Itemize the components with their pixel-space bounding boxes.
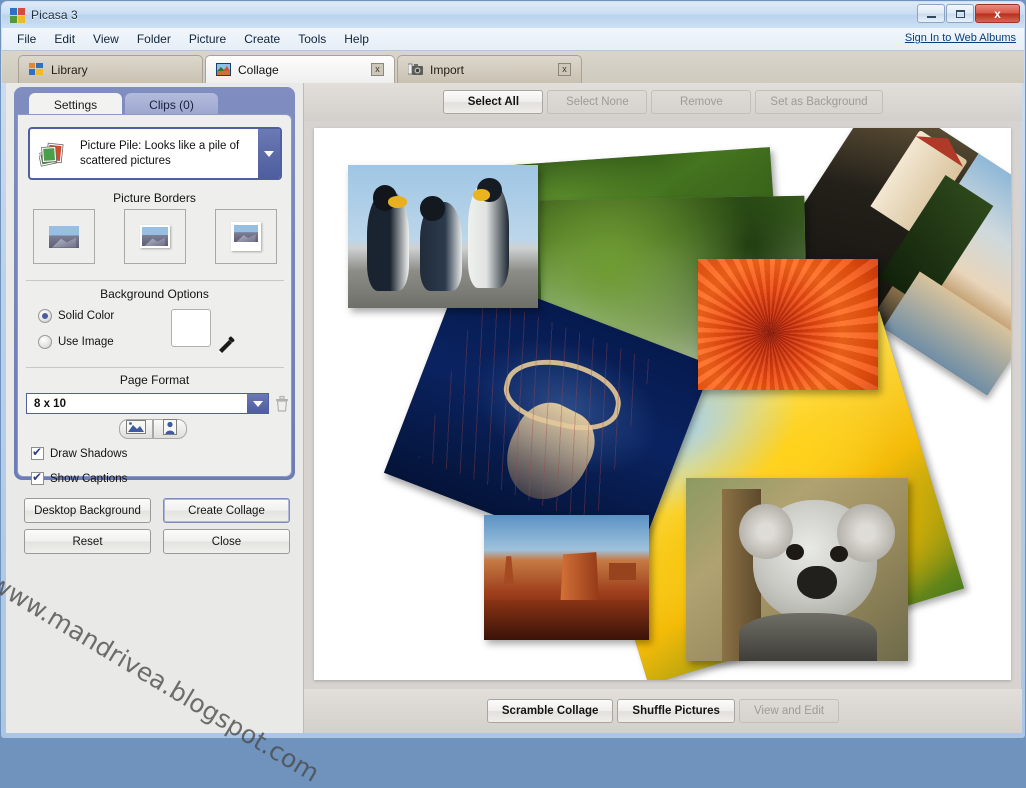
collage-top-toolbar: Select All Select None Remove Set as Bac… (304, 83, 1022, 121)
photo-penguins[interactable] (348, 165, 538, 308)
radio-use-image[interactable]: Use Image (38, 335, 114, 349)
menu-item-view[interactable]: View (84, 29, 128, 49)
chevron-down-icon[interactable] (258, 129, 280, 178)
photo-chrysanthemum[interactable] (698, 259, 878, 390)
import-camera-icon (408, 63, 423, 76)
library-icon (29, 63, 44, 76)
menu-bar: File Edit View Folder Picture Create Too… (2, 28, 1024, 51)
scramble-collage-button[interactable]: Scramble Collage (487, 699, 614, 723)
desert-image (484, 515, 649, 640)
page-format-title: Page Format (18, 373, 291, 387)
tab-collage[interactable]: Collage x (205, 55, 395, 83)
picture-pile-icon (39, 139, 73, 169)
tab-library[interactable]: Library (18, 55, 203, 83)
set-as-background-button: Set as Background (755, 90, 882, 114)
page-format-dropdown[interactable]: 8 x 10 (26, 393, 269, 414)
background-options-title: Background Options (18, 287, 291, 301)
picasa-logo-icon (10, 8, 25, 23)
collage-type-label: Picture Pile: Looks like a pile of scatt… (80, 139, 258, 169)
penguins-image (348, 165, 538, 308)
settings-content: Picture Pile: Looks like a pile of scatt… (17, 114, 292, 477)
main-body: Settings Clips (0) (6, 83, 1021, 733)
reset-button[interactable]: Reset (24, 529, 151, 554)
border-option-polaroid-border[interactable] (215, 209, 277, 264)
checkbox-draw-shadows-label: Draw Shadows (50, 448, 127, 460)
menu-item-file[interactable]: File (8, 29, 45, 49)
maximize-button[interactable] (946, 4, 974, 23)
tab-collage-close-icon[interactable]: x (371, 63, 384, 76)
radio-solid-color[interactable]: Solid Color (38, 309, 114, 323)
chrysanthemum-image (698, 259, 878, 390)
menu-item-edit[interactable]: Edit (45, 29, 84, 49)
maximize-icon (956, 10, 965, 18)
checkbox-show-captions-icon (31, 472, 44, 485)
chevron-down-icon[interactable] (247, 394, 268, 413)
picasa-window: Picasa 3 x File Edit View Folder Picture… (0, 0, 1026, 739)
watermark-text: www.mandrivea.blogspot.com (0, 568, 324, 788)
window-controls: x (917, 4, 1020, 23)
border-option-thin-white-border[interactable] (124, 209, 186, 264)
landscape-icon (126, 420, 146, 439)
title-bar: Picasa 3 x (2, 2, 1024, 28)
checkbox-show-captions-label: Show Captions (50, 473, 127, 485)
page-format-value: 8 x 10 (27, 398, 247, 410)
tab-import[interactable]: Import x (397, 55, 582, 83)
select-none-button: Select None (547, 90, 647, 114)
collage-type-dropdown[interactable]: Picture Pile: Looks like a pile of scatt… (28, 127, 282, 180)
create-collage-button[interactable]: Create Collage (163, 498, 290, 523)
collage-canvas[interactable] (314, 128, 1011, 680)
checkbox-draw-shadows[interactable]: Draw Shadows (31, 447, 127, 460)
collage-bottom-toolbar: Scramble Collage Shuffle Pictures View a… (304, 689, 1022, 733)
photo-desert[interactable] (484, 515, 649, 640)
tab-collage-label: Collage (238, 63, 279, 77)
picture-borders-title: Picture Borders (18, 191, 291, 205)
menu-item-create[interactable]: Create (235, 29, 289, 49)
minimize-icon (927, 16, 936, 18)
collage-icon (216, 63, 231, 76)
background-color-swatch[interactable] (171, 309, 211, 347)
radio-solid-color-icon (38, 309, 52, 323)
view-and-edit-button: View and Edit (739, 699, 839, 723)
tab-import-label: Import (430, 63, 464, 77)
photo-koala[interactable] (686, 478, 908, 661)
tab-library-label: Library (51, 63, 88, 77)
settings-panel: Settings Clips (0) (14, 87, 295, 480)
radio-use-image-label: Use Image (58, 336, 114, 348)
menu-item-folder[interactable]: Folder (128, 29, 180, 49)
trash-icon[interactable] (274, 395, 290, 412)
no-border-thumb-icon (49, 226, 79, 248)
portrait-icon (163, 419, 177, 440)
window-title: Picasa 3 (31, 8, 78, 22)
menu-item-help[interactable]: Help (335, 29, 378, 49)
menu-item-tools[interactable]: Tools (289, 29, 335, 49)
select-all-button[interactable]: Select All (443, 90, 543, 114)
checkbox-draw-shadows-icon (31, 447, 44, 460)
polaroid-border-thumb-icon (231, 222, 261, 251)
remove-button: Remove (651, 90, 751, 114)
radio-use-image-icon (38, 335, 52, 349)
sign-in-link[interactable]: Sign In to Web Albums (905, 32, 1016, 44)
orientation-portrait-button[interactable] (153, 419, 187, 439)
checkbox-show-captions[interactable]: Show Captions (31, 472, 127, 485)
close-button[interactable]: x (975, 4, 1020, 23)
menu-item-picture[interactable]: Picture (180, 29, 235, 49)
collage-workspace: Select All Select None Remove Set as Bac… (303, 83, 1021, 733)
settings-sidebar: Settings Clips (0) (6, 83, 302, 733)
divider-2 (26, 367, 284, 368)
minimize-button[interactable] (917, 4, 945, 23)
border-option-no-border[interactable] (33, 209, 95, 264)
orientation-landscape-button[interactable] (119, 419, 153, 439)
close-collage-button[interactable]: Close (163, 529, 290, 554)
divider-1 (26, 280, 284, 281)
shuffle-pictures-button[interactable]: Shuffle Pictures (617, 699, 735, 723)
sidebar-tab-row: Settings Clips (0) (17, 90, 292, 117)
radio-solid-color-label: Solid Color (58, 310, 114, 322)
thin-white-border-thumb-icon (140, 225, 170, 248)
koala-image (686, 478, 908, 661)
eyedropper-icon[interactable] (216, 334, 238, 356)
desktop-background-button[interactable]: Desktop Background (24, 498, 151, 523)
tab-strip: Library Collage x (2, 51, 1024, 83)
tab-import-close-icon[interactable]: x (558, 63, 571, 76)
